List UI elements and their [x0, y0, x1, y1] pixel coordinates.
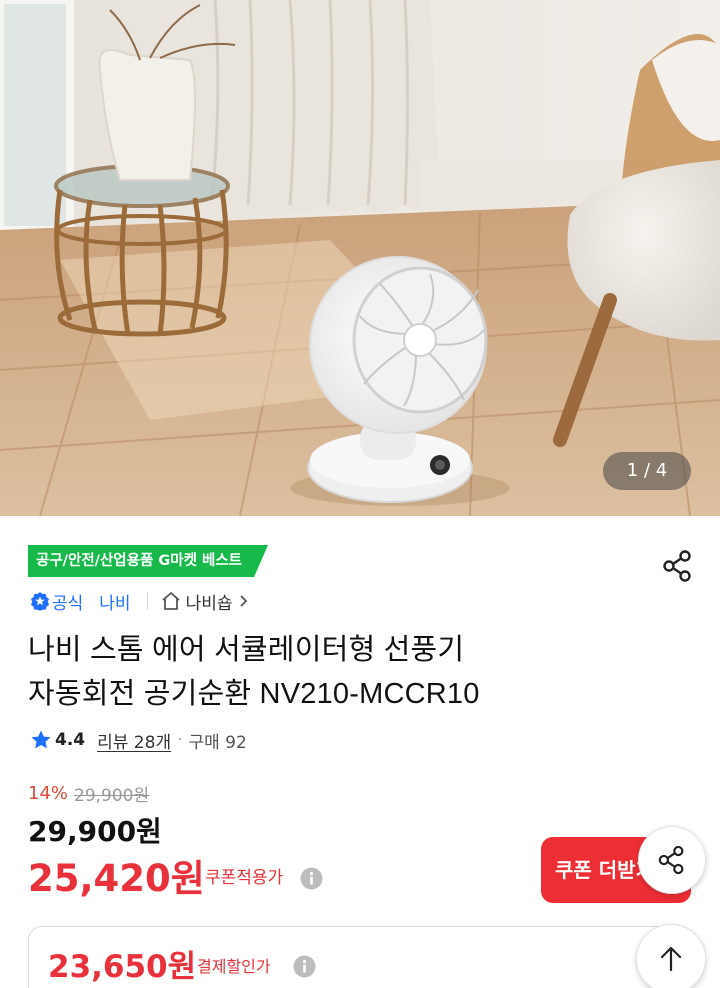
- shop-link[interactable]: 나비숍: [186, 589, 233, 614]
- share-icon: [658, 845, 684, 875]
- coupon-price: 25,420원: [28, 857, 205, 900]
- scroll-to-top-button[interactable]: [636, 924, 706, 988]
- product-image[interactable]: 1 / 4: [0, 0, 720, 516]
- chevron-right-icon: [240, 595, 248, 607]
- share-icon: [663, 550, 691, 582]
- floating-share-button[interactable]: [638, 826, 706, 894]
- sale-price: 29,900원: [28, 815, 162, 848]
- rating-value: 4.4: [55, 730, 86, 750]
- best-badge[interactable]: 공구/안전/산업용품 G마켓 베스트: [28, 545, 268, 577]
- product-title-line2: 자동회전 공기순환 NV210-MCCR10: [28, 678, 480, 710]
- discount-rate: 14%: [28, 782, 69, 804]
- share-button[interactable]: [658, 546, 698, 586]
- payment-discount-price: 23,650원: [48, 949, 197, 985]
- original-price: 29,900원: [74, 785, 150, 806]
- product-photo: [0, 0, 720, 516]
- star-icon: [31, 730, 51, 749]
- brand-row: 공식 나비 나비숍: [30, 588, 250, 614]
- image-counter: 1 / 4: [603, 452, 691, 490]
- discount-row: 14% 29,900원: [28, 780, 149, 806]
- purchase-count: 구매 92: [188, 732, 247, 753]
- separator-dot: ·: [177, 730, 183, 750]
- official-badge-icon: [31, 592, 49, 611]
- official-label: 공식: [52, 593, 84, 614]
- product-title-line1: 나비 스톰 에어 서큘레이터형 선풍기: [28, 634, 465, 666]
- arrow-up-icon: [660, 946, 682, 972]
- payment-discount-label: 결제할인가: [197, 957, 271, 976]
- reviews-link[interactable]: 리뷰 28개: [97, 728, 171, 753]
- info-icon[interactable]: [300, 867, 323, 890]
- rating-row: 4.4 리뷰 28개 · 구매 92: [30, 726, 247, 754]
- brand-link[interactable]: 나비: [99, 589, 130, 614]
- info-icon[interactable]: [293, 955, 316, 978]
- divider: [146, 592, 148, 610]
- home-icon: [161, 592, 180, 610]
- product-title: 나비 스톰 에어 서큘레이터형 선풍기 자동회전 공기순환 NV210-MCCR…: [28, 628, 668, 716]
- coupon-price-label: 쿠폰적용가: [205, 868, 284, 888]
